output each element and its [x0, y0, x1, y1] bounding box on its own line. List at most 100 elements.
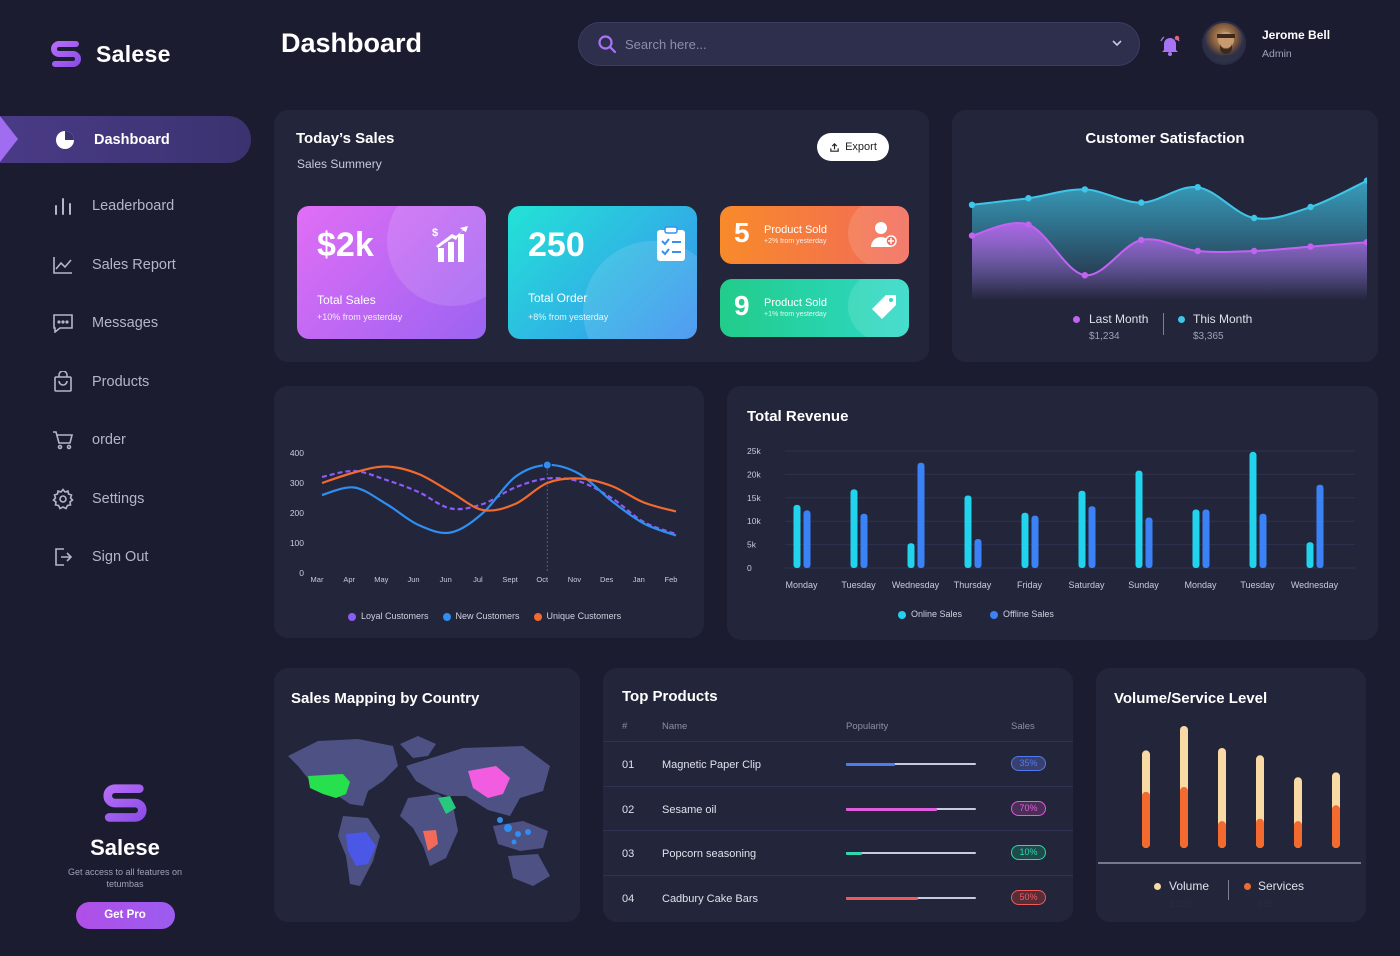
chevron-down-icon[interactable] [1111, 37, 1123, 49]
popularity-bar [846, 852, 976, 855]
row-num: 02 [622, 803, 635, 816]
point-this-month [968, 201, 976, 208]
sidebar-item-sales-report[interactable]: Sales Report [0, 236, 260, 295]
chart-up-icon: $ [432, 226, 468, 262]
sidebar-item-label: Sign Out [92, 549, 149, 566]
x-tick-label: Sept [502, 575, 518, 584]
row-num: 01 [622, 759, 635, 771]
x-tick-label: Jun [407, 575, 419, 584]
stat-sub: +1% from yesterday [764, 311, 827, 318]
point-this-month [1250, 214, 1258, 222]
popularity-bar-fill [846, 896, 918, 900]
bar-online-sales [793, 504, 801, 568]
customers-legend: Loyal Customers New Customers Unique Cus… [348, 611, 621, 621]
row-name: Popcorn seasoning [662, 848, 757, 860]
search-bar[interactable] [578, 22, 1140, 66]
bar-online-sales [1078, 490, 1086, 568]
volume-service-title: Volume/Service Level [1114, 690, 1268, 707]
stat-label: Product Sold [764, 297, 827, 309]
y-tick-label: 300 [290, 478, 304, 488]
bar-offline-sales [1031, 515, 1039, 568]
popularity-bar [846, 763, 976, 766]
export-icon [830, 142, 839, 152]
world-map [288, 736, 550, 886]
x-tick-label: Tuesday [841, 580, 876, 590]
point-this-month [1194, 184, 1201, 191]
x-tick-label: Des [600, 575, 614, 584]
search-input[interactable] [625, 36, 1095, 52]
table-row[interactable]: 01 Magnetic Paper Clip 35% [603, 741, 1073, 785]
bar-online-sales [907, 543, 915, 568]
bar-offline-sales [917, 462, 925, 568]
stat-label: Total Order [528, 291, 588, 305]
bar-chart-icon [52, 195, 74, 217]
pie-chart-icon [54, 129, 76, 151]
x-tick-label: Saturday [1068, 580, 1105, 590]
point-this-month [1025, 195, 1032, 202]
table-row[interactable]: 02 Sesame oil 70% [603, 785, 1073, 830]
promo-title: Salese [90, 835, 160, 860]
x-tick-label: Sunday [1128, 580, 1159, 590]
total-sales-stat[interactable]: $2k $ Total Sales +10% from yesterday [297, 206, 486, 339]
sidebar-item-label: Settings [92, 490, 145, 507]
legend-label-volume: Volume [1169, 879, 1210, 893]
row-name: Sesame oil [662, 803, 717, 816]
table-row[interactable]: 03 Popcorn seasoning 10% [603, 830, 1073, 874]
product-sold-stat-2[interactable]: 9 Product Sold +1% from yesterday [720, 279, 909, 337]
sidebar-item-label: Sales Report [92, 256, 176, 273]
sidebar-item-messages[interactable]: Messages [0, 294, 260, 353]
sidebar-item-products[interactable]: Products [0, 353, 260, 412]
search-icon [598, 35, 617, 54]
x-tick-label: Monday [1184, 580, 1217, 590]
legend-value-services: 635 [1258, 899, 1274, 909]
y-tick-label: 200 [290, 508, 304, 518]
product-sold-stat[interactable]: 5 Product Sold +2% from yesterday [720, 206, 909, 264]
x-tick-label: Wednesday [892, 580, 940, 590]
avatar[interactable] [1202, 21, 1246, 65]
y-tick-label: 400 [290, 448, 304, 458]
y-tick-label: 100 [290, 538, 304, 548]
promo-text: Get access to all features on tetumbas [67, 867, 183, 889]
user-name: Jerome Bell [1262, 28, 1331, 42]
y-tick-label: 0 [747, 563, 752, 573]
point-last-month [1194, 247, 1201, 255]
app-logo[interactable]: Salese [50, 38, 171, 70]
table-row[interactable]: 04 Cadbury Cake Bars 50% [603, 874, 1073, 919]
sidebar-item-sign-out[interactable]: Sign Out [0, 528, 260, 587]
bar-services [1332, 805, 1340, 848]
total-order-stat[interactable]: 250 Total Order +8% from yesterday [508, 206, 697, 339]
bar-services [1218, 821, 1226, 848]
popularity-bar [846, 896, 976, 900]
y-tick-label: 5k [747, 540, 757, 550]
legend-value-last-month: $1,234 [1089, 331, 1120, 342]
x-tick-label: Jan [633, 575, 645, 584]
point-last-month [1081, 272, 1089, 279]
satisfaction-legend: Last Month $1,234 This Month $3,365 [1070, 311, 1280, 347]
stat-value: 5 [734, 217, 750, 248]
point-last-month [1307, 243, 1314, 250]
x-tick-label: Friday [1017, 580, 1043, 590]
sales-pill: 50% [1011, 889, 1046, 905]
sidebar-item-dashboard[interactable]: Dashboard [0, 116, 251, 163]
sales-mapping-title: Sales Mapping by Country [291, 690, 480, 707]
sidebar-item-label: Messages [92, 315, 159, 332]
legend-item-unique: Unique Customers [533, 611, 621, 621]
x-tick-label: May [374, 575, 388, 584]
page-title: Dashboard [281, 28, 423, 58]
x-tick-label: Jun [440, 575, 452, 584]
sidebar-item-settings[interactable]: Settings [0, 470, 260, 529]
get-pro-button[interactable]: Get Pro [75, 902, 175, 929]
shopping-bag-icon [52, 370, 74, 393]
notification-button[interactable] [1158, 33, 1182, 62]
export-label: Export [845, 141, 877, 153]
gear-icon [52, 487, 74, 510]
sidebar-item-order[interactable]: order [0, 411, 260, 470]
x-tick-label: Mar [311, 575, 324, 584]
export-button[interactable]: Export [817, 133, 889, 161]
sidebar-item-leaderboard[interactable]: Leaderboard [0, 177, 260, 236]
bar-services [1142, 791, 1150, 848]
x-tick-label: Thursday [954, 580, 992, 590]
bar-online-sales [1135, 470, 1143, 568]
bar-online-sales [1306, 542, 1314, 568]
app-name: Salese [96, 40, 171, 67]
